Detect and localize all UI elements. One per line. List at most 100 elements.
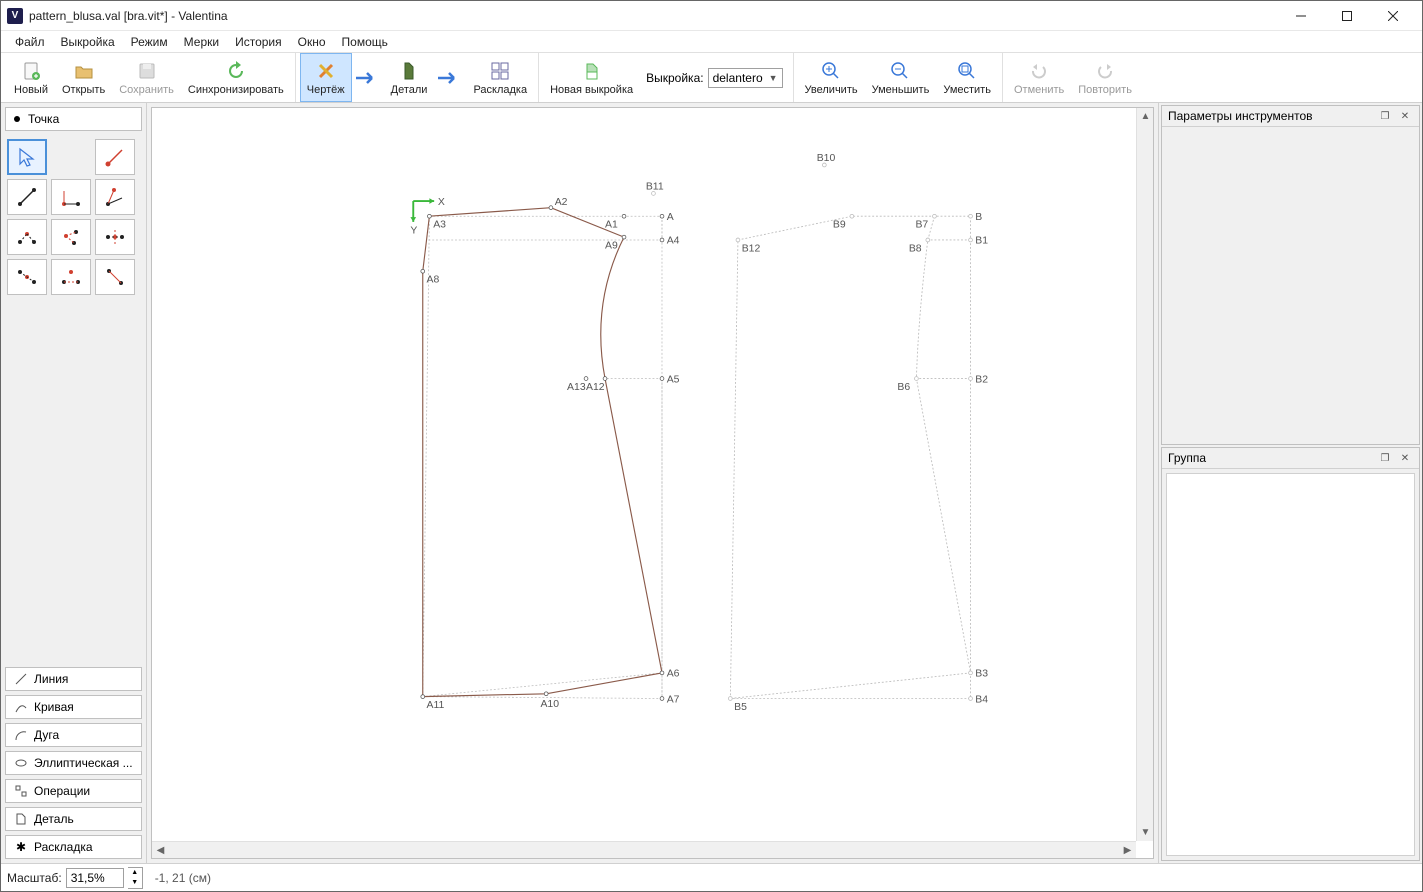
panel-float-icon[interactable]: ❐ (1377, 451, 1393, 465)
scale-spinner[interactable]: ▲ ▼ (128, 867, 143, 889)
spinner-up-icon[interactable]: ▲ (128, 868, 142, 878)
panel-close-icon[interactable]: ✕ (1397, 451, 1413, 465)
pattern-selector-label: Выкройка: (646, 71, 703, 85)
pattern-selector[interactable]: delantero ▼ (708, 68, 783, 88)
main-toolbar: Новый Открыть Сохранить Синхронизировать… (1, 53, 1422, 103)
minimize-button[interactable] (1278, 1, 1324, 31)
params-panel-header[interactable]: Параметры инструментов ❐ ✕ (1162, 106, 1419, 127)
redo-label: Повторить (1078, 84, 1132, 96)
svg-text:B2: B2 (975, 374, 988, 385)
toolbox-cat-label: Дуга (34, 728, 59, 742)
scroll-right-arrow-icon[interactable]: ▶ (1119, 842, 1136, 859)
curve-icon (14, 700, 28, 714)
pattern-selector-wrap: Выкройка: delantero ▼ (640, 53, 788, 102)
svg-text:A6: A6 (667, 669, 680, 680)
scroll-down-arrow-icon[interactable]: ▼ (1137, 824, 1154, 841)
toolbox-cat-label: Раскладка (34, 840, 93, 854)
group-panel-header[interactable]: Группа ❐ ✕ (1162, 448, 1419, 469)
svg-text:A9: A9 (605, 241, 618, 252)
save-icon (135, 59, 159, 83)
scale-input[interactable] (66, 868, 124, 888)
scrollbar-horizontal[interactable]: ◀ ▶ (152, 841, 1136, 858)
zoom-in-button[interactable]: Увеличить (798, 53, 865, 102)
cursor-coords: -1, 21 (см) (155, 871, 211, 885)
sync-label: Синхронизировать (188, 84, 284, 96)
new-button[interactable]: Новый (7, 53, 55, 102)
undo-button[interactable]: Отменить (1007, 53, 1071, 102)
point-tool-normal[interactable] (51, 179, 91, 215)
layout-label: Раскладка (473, 84, 527, 96)
point-tool-bisector[interactable] (95, 179, 135, 215)
point-tool-intersectxy[interactable] (95, 259, 135, 295)
point-tool-lineintersect[interactable] (7, 259, 47, 295)
panel-close-icon[interactable]: ✕ (1397, 109, 1413, 123)
open-folder-icon (72, 59, 96, 83)
layout-stage-button[interactable]: Раскладка (466, 53, 534, 102)
zoom-out-label: Уменьшить (872, 84, 930, 96)
maximize-button[interactable] (1324, 1, 1370, 31)
canvas-frame[interactable]: XYAA1A2A3A4A5A6A7A8A9A10A11A12A13BB1B2B3… (151, 107, 1154, 859)
open-button[interactable]: Открыть (55, 53, 112, 102)
new-pattern-icon (580, 59, 604, 83)
point-tool-contact[interactable] (51, 219, 91, 255)
group-panel: Группа ❐ ✕ (1161, 447, 1420, 861)
toolbox-category-point[interactable]: Точка (5, 107, 142, 131)
params-panel-body (1166, 131, 1415, 440)
toolbox-category-line[interactable]: Линия (5, 667, 142, 691)
save-button[interactable]: Сохранить (112, 53, 181, 102)
new-label: Новый (14, 84, 48, 96)
menu-window[interactable]: Окно (290, 33, 334, 51)
toolbar-group-zoom: Увеличить Уменьшить Уместить (794, 53, 1003, 102)
menu-pattern[interactable]: Выкройка (53, 33, 123, 51)
toolbox-category-layout[interactable]: ✱ Раскладка (5, 835, 142, 859)
sync-button[interactable]: Синхронизировать (181, 53, 291, 102)
toolbox-category-label: Точка (28, 112, 59, 126)
canvas-wrap: XYAA1A2A3A4A5A6A7A8A9A10A11A12A13BB1B2B3… (147, 103, 1158, 863)
zoom-out-button[interactable]: Уменьшить (865, 53, 937, 102)
svg-text:A: A (667, 212, 674, 223)
panel-float-icon[interactable]: ❐ (1377, 109, 1393, 123)
menu-bar: Файл Выкройка Режим Мерки История Окно П… (1, 31, 1422, 53)
toolbox-category-curve[interactable]: Кривая (5, 695, 142, 719)
spinner-down-icon[interactable]: ▼ (128, 878, 142, 888)
toolbox-category-arc[interactable]: Дуга (5, 723, 142, 747)
pattern-canvas[interactable]: XYAA1A2A3A4A5A6A7A8A9A10A11A12A13BB1B2B3… (152, 108, 1153, 858)
menu-measurements[interactable]: Мерки (176, 33, 227, 51)
toolbox-category-detail[interactable]: Деталь (5, 807, 142, 831)
arrow-icon (352, 53, 384, 102)
menu-help[interactable]: Помощь (334, 33, 396, 51)
toolbox-cat-label: Эллиптическая ... (34, 756, 133, 770)
details-stage-button[interactable]: Детали (384, 53, 435, 102)
point-tool-shoulder[interactable] (7, 219, 47, 255)
new-pattern-button[interactable]: Новая выкройка (543, 53, 640, 102)
scrollbar-vertical[interactable]: ▲ ▼ (1136, 108, 1153, 841)
svg-text:B4: B4 (975, 694, 988, 705)
new-pattern-label: Новая выкройка (550, 84, 633, 96)
menu-file[interactable]: Файл (7, 33, 53, 51)
point-tool-height[interactable] (95, 219, 135, 255)
toolbox-category-elarc[interactable]: Эллиптическая ... (5, 751, 142, 775)
pattern-selector-value: delantero (713, 71, 763, 85)
close-button[interactable] (1370, 1, 1416, 31)
chevron-down-icon: ▼ (769, 73, 778, 83)
point-tool-triangle[interactable] (51, 259, 91, 295)
point-tool-endline[interactable] (95, 139, 135, 175)
svg-text:A7: A7 (667, 694, 680, 705)
scroll-left-arrow-icon[interactable]: ◀ (152, 842, 169, 859)
svg-text:A4: A4 (667, 236, 680, 247)
zoom-fit-button[interactable]: Уместить (936, 53, 998, 102)
point-tool-alongline[interactable] (7, 179, 47, 215)
scroll-up-arrow-icon[interactable]: ▲ (1137, 108, 1154, 125)
layout-icon (488, 59, 512, 83)
svg-text:B5: B5 (734, 702, 747, 713)
redo-button[interactable]: Повторить (1071, 53, 1139, 102)
draft-stage-button[interactable]: Чертёж (300, 53, 352, 102)
undo-icon (1027, 59, 1051, 83)
toolbox-sidebar: Точка Линия Кривая Дуга Эллиптическая ..… (1, 103, 147, 863)
ellipse-arc-icon (14, 756, 28, 770)
menu-mode[interactable]: Режим (123, 33, 176, 51)
layout-small-icon: ✱ (14, 840, 28, 854)
menu-history[interactable]: История (227, 33, 290, 51)
arrow-tool-button[interactable] (7, 139, 47, 175)
toolbox-category-ops[interactable]: Операции (5, 779, 142, 803)
